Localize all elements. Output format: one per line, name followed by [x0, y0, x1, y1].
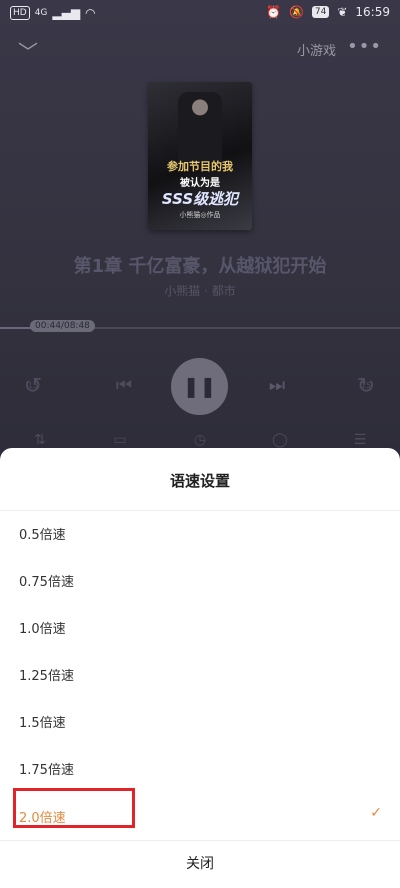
forward-seconds-label: 15: [360, 381, 372, 390]
speed-settings-sheet: 语速设置 0.5倍速 0.75倍速 1.0倍速 1.25倍速 1.5倍速 1.7…: [0, 448, 400, 888]
speed-option-label: 0.75倍速: [19, 575, 74, 590]
wifi-icon: ◠: [85, 6, 96, 20]
progress-fill: [0, 327, 34, 329]
checkmark-icon: ✓: [370, 805, 382, 821]
next-chapter-icon[interactable]: ⏭: [265, 375, 289, 396]
mute-icon: 🔕: [288, 5, 304, 19]
rewind-seconds-label: 15: [27, 381, 39, 390]
book-icon[interactable]: ▭: [108, 432, 132, 448]
previous-chapter-icon[interactable]: ⏮: [112, 375, 136, 396]
more-options-icon[interactable]: •••: [347, 36, 382, 57]
book-cover: 参加节目的我 被认为是 SSS级逃犯 小熊猫◎作品: [148, 82, 252, 230]
sheet-title: 语速设置: [169, 472, 230, 490]
chapter-list-icon[interactable]: ☰: [348, 432, 372, 448]
battery-indicator: 74: [311, 6, 330, 18]
speed-option-label: 1.25倍速: [19, 669, 74, 684]
alarm-icon: ⏰: [265, 5, 281, 19]
clock: 16:59: [355, 5, 390, 19]
pause-button[interactable]: ❚❚: [171, 358, 228, 415]
hd-badge: HD: [10, 6, 30, 20]
cover-title-line: 被认为是: [180, 178, 220, 189]
speed-option-0.75[interactable]: 0.75倍速: [0, 558, 400, 602]
speed-option-label: 1.5倍速: [19, 716, 66, 731]
cover-figure: [178, 92, 222, 162]
collapse-chevron-icon[interactable]: ﹀: [18, 36, 38, 65]
timer-icon[interactable]: ◷: [188, 432, 212, 448]
network-type: 4G: [34, 8, 48, 18]
cover-title-line: 参加节目的我: [167, 160, 233, 173]
chapter-title: 第1章 千亿富豪，从越狱犯开始: [73, 256, 327, 277]
close-button[interactable]: 关闭: [0, 840, 400, 888]
speed-option-1.25[interactable]: 1.25倍速: [0, 652, 400, 696]
leaf-icon: ❦: [337, 5, 348, 19]
cover-title-line: SSS级逃犯: [161, 190, 239, 208]
progress-time-label[interactable]: 00:44/08:48: [30, 320, 95, 332]
speed-option-label: 0.5倍速: [19, 528, 66, 543]
player-top-bar: ﹀ 小游戏 •••: [0, 34, 400, 64]
mini-game-link[interactable]: 小游戏: [297, 40, 336, 59]
status-bar: HD 4G ▂▄▆ ◠ ⏰ 🔕 74 ❦ 16:59: [0, 0, 400, 28]
signal-icon: ▂▄▆: [52, 6, 81, 20]
speed-option-1.75[interactable]: 1.75倍速: [0, 746, 400, 790]
speed-option-1.5[interactable]: 1.5倍速: [0, 699, 400, 743]
cover-author-line: 小熊猫◎作品: [179, 211, 221, 219]
speed-option-label: 1.75倍速: [19, 763, 74, 778]
annotation-highlight-box: [13, 788, 135, 828]
speed-option-label: 1.0倍速: [19, 622, 66, 637]
speed-icon[interactable]: ⇅: [28, 432, 52, 448]
speed-option-0.5[interactable]: 0.5倍速: [0, 511, 400, 555]
voice-icon[interactable]: ◯: [268, 432, 292, 448]
speed-option-1.0[interactable]: 1.0倍速: [0, 605, 400, 649]
author-category: 小熊猫 · 都市: [164, 284, 236, 298]
